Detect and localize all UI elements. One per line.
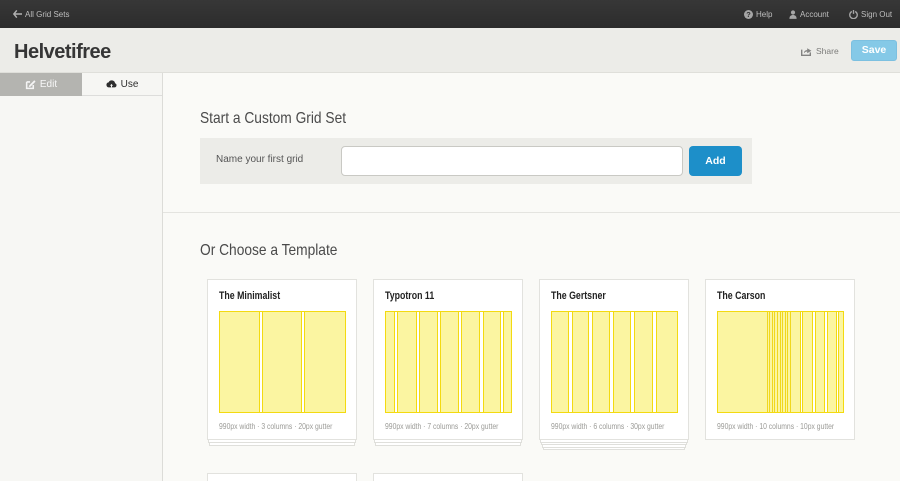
svg-text:?: ? — [746, 10, 751, 19]
